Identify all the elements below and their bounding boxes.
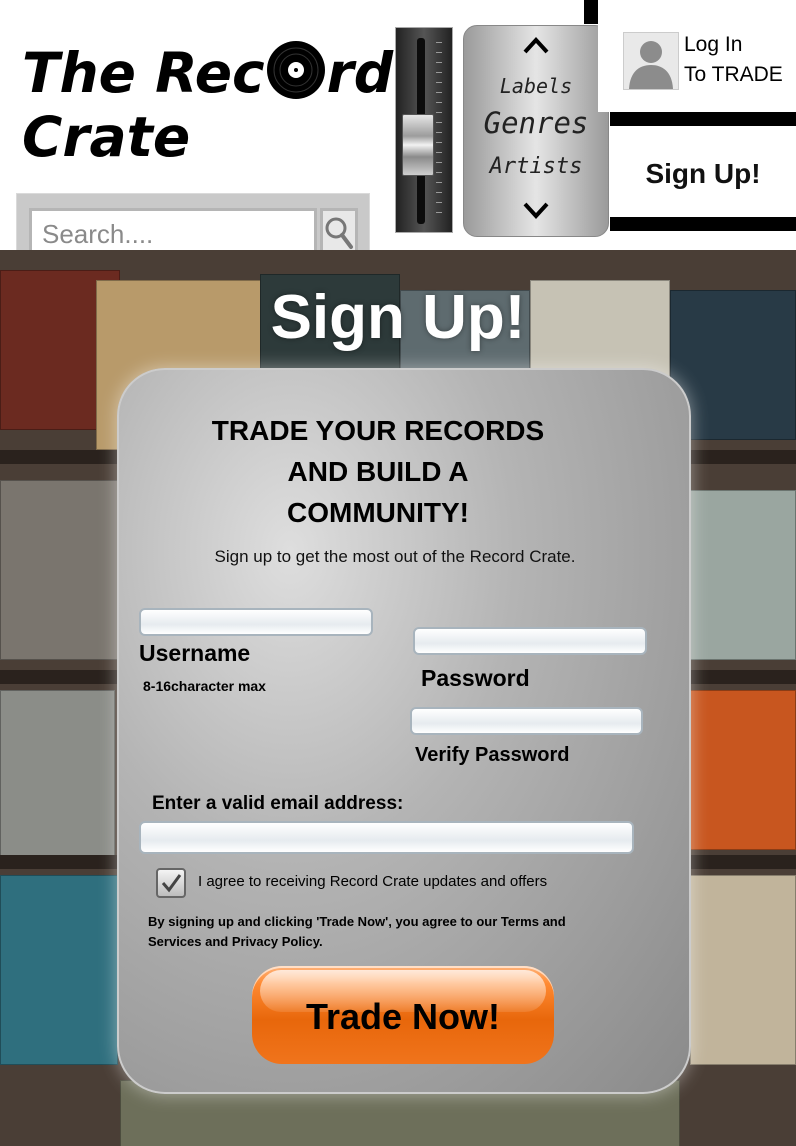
login-link[interactable]: Log In To TRADE [610,0,796,112]
form-headline: TRADE YOUR RECORDS AND BUILD A COMMUNITY… [168,410,588,533]
headline-line: AND BUILD A [287,456,469,487]
nav-item-labels[interactable]: Labels [464,74,608,98]
vinyl-record-icon [266,41,325,99]
divider [610,112,796,126]
username-hint: 8-16character max [143,678,266,694]
nav-item-genres[interactable]: Genres [464,106,608,140]
magnifier-icon [325,217,353,249]
headline-line: TRADE YOUR RECORDS [211,415,545,446]
username-field[interactable] [139,608,373,636]
trade-now-label: Trade Now! [305,996,501,1037]
login-line1: Log In [684,33,743,56]
form-subtitle: Sign up to get the most out of the Recor… [214,547,576,566]
email-label: Enter a valid email address: [152,793,404,814]
verify-password-field[interactable] [410,707,643,735]
consent-checkbox[interactable] [156,868,186,898]
nav-item-artists[interactable]: Artists [464,154,608,179]
chevron-down-icon[interactable] [464,198,608,228]
username-label: Username [139,640,251,666]
login-label: Log In To TRADE [684,30,783,90]
logo-text-part1: The Rec [22,41,265,105]
fader-ticks [436,42,442,220]
divider [584,0,598,24]
trade-now-button[interactable]: Trade Now! [252,966,554,1064]
site-header: The Rec rd Crate Search.... Labels Genre… [0,0,796,273]
avatar [623,32,679,90]
logo-text-line2: Crate [22,105,191,169]
site-logo[interactable]: The Rec rd Crate [22,40,393,169]
chevron-up-icon[interactable] [464,32,608,62]
checkmark-icon [161,874,182,893]
consent-label: I agree to receiving Record Crate update… [198,873,548,890]
legal-notice: By signing up and clicking 'Trade Now', … [148,914,566,949]
category-scroller: Labels Genres Artists [463,25,609,237]
email-field[interactable] [139,821,634,854]
page-title: Sign Up! [270,283,526,352]
headline-line: COMMUNITY! [287,497,469,528]
divider [598,0,610,112]
logo-text-part2: rd [326,41,394,105]
password-field[interactable] [413,627,647,655]
genre-fader-slider[interactable] [395,27,453,233]
user-icon [629,41,673,89]
search-placeholder: Search.... [42,219,154,249]
fader-knob[interactable] [402,114,434,176]
verify-password-label: Verify Password [415,744,570,766]
signup-link[interactable]: Sign Up! [610,128,796,220]
login-line2: To TRADE [684,63,783,86]
password-label: Password [421,665,530,691]
